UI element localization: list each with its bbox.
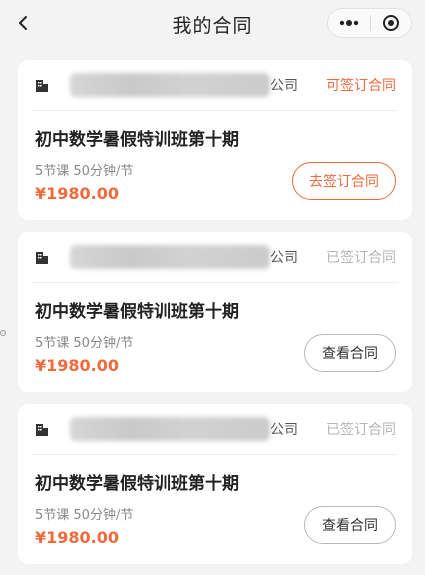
contract-card-header: 公司 已签订合同	[18, 404, 412, 454]
edge-indicator	[0, 330, 6, 336]
contract-card: 公司 已签订合同 初中数学暑假特训班第十期 5节课 50分钟/节 ¥1980.0…	[18, 232, 412, 392]
company-suffix: 公司	[270, 250, 298, 266]
building-icon	[36, 80, 48, 92]
card-divider	[32, 110, 398, 111]
contract-card-header: 公司 已签订合同	[18, 232, 412, 282]
building-icon	[36, 424, 48, 436]
sign-contract-button[interactable]: 去签订合同	[292, 162, 396, 200]
target-icon	[382, 15, 399, 31]
course-price: ¥1980.00	[35, 356, 120, 375]
contracts-page: 我的合同 公司 可签订合同 初中数学暑假特训班第十期 5节课 50分钟/节 ¥1…	[0, 0, 425, 575]
more-button[interactable]	[328, 9, 370, 37]
miniprogram-capsule	[327, 8, 412, 38]
course-title: 初中数学暑假特训班第十期	[35, 302, 239, 322]
company-name-redacted	[70, 417, 270, 441]
contract-card-header: 公司 可签订合同	[18, 60, 412, 110]
contract-status: 已签订合同	[326, 422, 396, 438]
course-title: 初中数学暑假特训班第十期	[35, 130, 239, 150]
more-dots-icon	[339, 20, 358, 26]
view-contract-button[interactable]: 查看合同	[304, 506, 396, 544]
card-divider	[32, 454, 398, 455]
contract-status: 已签订合同	[326, 250, 396, 266]
course-price: ¥1980.00	[35, 528, 120, 547]
top-nav-bar: 我的合同	[0, 0, 425, 48]
contract-card: 公司 已签订合同 初中数学暑假特训班第十期 5节课 50分钟/节 ¥1980.0…	[18, 404, 412, 564]
course-meta: 5节课 50分钟/节	[35, 336, 134, 351]
contract-card: 公司 可签订合同 初中数学暑假特训班第十期 5节课 50分钟/节 ¥1980.0…	[18, 60, 412, 220]
course-meta: 5节课 50分钟/节	[35, 164, 134, 179]
contract-status: 可签订合同	[326, 78, 396, 94]
company-suffix: 公司	[270, 422, 298, 438]
company-name-redacted	[70, 73, 270, 97]
building-icon	[36, 252, 48, 264]
close-miniprogram-button[interactable]	[370, 9, 411, 37]
company-suffix: 公司	[270, 78, 298, 94]
course-title: 初中数学暑假特训班第十期	[35, 474, 239, 494]
company-name-redacted	[70, 245, 270, 269]
view-contract-button[interactable]: 查看合同	[304, 334, 396, 372]
course-meta: 5节课 50分钟/节	[35, 508, 134, 523]
course-price: ¥1980.00	[35, 184, 120, 203]
card-divider	[32, 282, 398, 283]
